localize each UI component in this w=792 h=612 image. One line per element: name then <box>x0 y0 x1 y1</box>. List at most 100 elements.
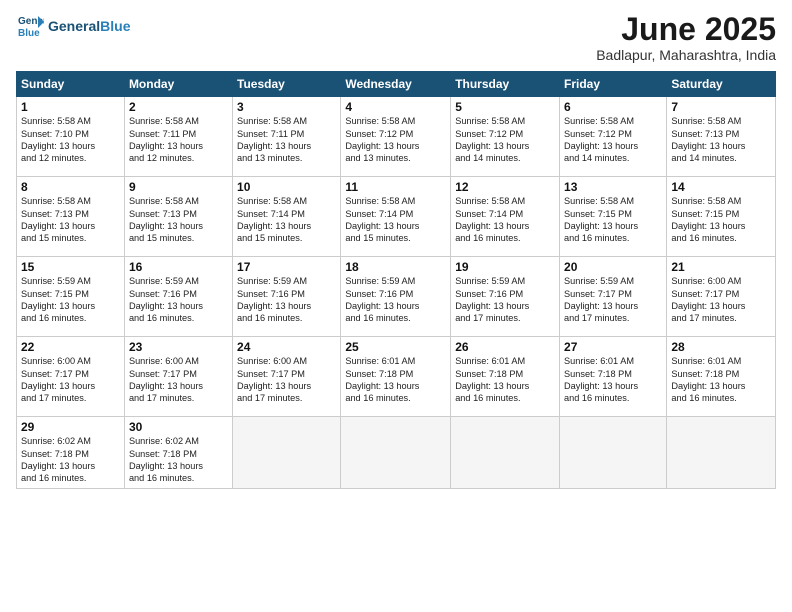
table-row: 29Sunrise: 6:02 AMSunset: 7:18 PMDayligh… <box>17 417 125 489</box>
day-number: 19 <box>455 260 555 274</box>
day-info: Sunrise: 6:01 AMSunset: 7:18 PMDaylight:… <box>564 355 662 405</box>
table-row: 1Sunrise: 5:58 AMSunset: 7:10 PMDaylight… <box>17 97 125 177</box>
table-row: 23Sunrise: 6:00 AMSunset: 7:17 PMDayligh… <box>124 337 232 417</box>
col-thursday: Thursday <box>451 72 560 97</box>
table-row: 30Sunrise: 6:02 AMSunset: 7:18 PMDayligh… <box>124 417 232 489</box>
table-row: 28Sunrise: 6:01 AMSunset: 7:18 PMDayligh… <box>667 337 776 417</box>
location: Badlapur, Maharashtra, India <box>596 47 776 63</box>
day-number: 2 <box>129 100 228 114</box>
table-row: 18Sunrise: 5:59 AMSunset: 7:16 PMDayligh… <box>341 257 451 337</box>
day-info: Sunrise: 5:58 AMSunset: 7:14 PMDaylight:… <box>237 195 336 245</box>
day-info: Sunrise: 5:58 AMSunset: 7:12 PMDaylight:… <box>455 115 555 165</box>
day-info: Sunrise: 6:02 AMSunset: 7:18 PMDaylight:… <box>129 435 228 485</box>
day-number: 10 <box>237 180 336 194</box>
day-number: 17 <box>237 260 336 274</box>
day-info: Sunrise: 5:58 AMSunset: 7:14 PMDaylight:… <box>345 195 446 245</box>
day-number: 7 <box>671 100 771 114</box>
table-row: 4Sunrise: 5:58 AMSunset: 7:12 PMDaylight… <box>341 97 451 177</box>
table-row: 9Sunrise: 5:58 AMSunset: 7:13 PMDaylight… <box>124 177 232 257</box>
table-row: 16Sunrise: 5:59 AMSunset: 7:16 PMDayligh… <box>124 257 232 337</box>
table-row: 3Sunrise: 5:58 AMSunset: 7:11 PMDaylight… <box>233 97 341 177</box>
day-info: Sunrise: 5:58 AMSunset: 7:11 PMDaylight:… <box>129 115 228 165</box>
table-row: 7Sunrise: 5:58 AMSunset: 7:13 PMDaylight… <box>667 97 776 177</box>
table-row: 12Sunrise: 5:58 AMSunset: 7:14 PMDayligh… <box>451 177 560 257</box>
table-row: 8Sunrise: 5:58 AMSunset: 7:13 PMDaylight… <box>17 177 125 257</box>
table-row: 22Sunrise: 6:00 AMSunset: 7:17 PMDayligh… <box>17 337 125 417</box>
table-row: 26Sunrise: 6:01 AMSunset: 7:18 PMDayligh… <box>451 337 560 417</box>
day-number: 6 <box>564 100 662 114</box>
day-info: Sunrise: 5:58 AMSunset: 7:13 PMDaylight:… <box>129 195 228 245</box>
day-number: 5 <box>455 100 555 114</box>
col-wednesday: Wednesday <box>341 72 451 97</box>
day-number: 24 <box>237 340 336 354</box>
day-number: 27 <box>564 340 662 354</box>
day-info: Sunrise: 5:58 AMSunset: 7:15 PMDaylight:… <box>671 195 771 245</box>
day-number: 14 <box>671 180 771 194</box>
day-info: Sunrise: 6:00 AMSunset: 7:17 PMDaylight:… <box>129 355 228 405</box>
header: General Blue GeneralBlue June 2025 Badla… <box>16 12 776 63</box>
day-number: 30 <box>129 420 228 434</box>
table-row: 21Sunrise: 6:00 AMSunset: 7:17 PMDayligh… <box>667 257 776 337</box>
table-row: 14Sunrise: 5:58 AMSunset: 7:15 PMDayligh… <box>667 177 776 257</box>
day-info: Sunrise: 5:59 AMSunset: 7:15 PMDaylight:… <box>21 275 120 325</box>
table-row <box>451 417 560 489</box>
day-info: Sunrise: 5:59 AMSunset: 7:17 PMDaylight:… <box>564 275 662 325</box>
day-number: 12 <box>455 180 555 194</box>
table-row <box>667 417 776 489</box>
logo-text: GeneralBlue <box>48 18 130 35</box>
table-row: 6Sunrise: 5:58 AMSunset: 7:12 PMDaylight… <box>560 97 667 177</box>
svg-text:Blue: Blue <box>18 28 40 39</box>
table-row: 27Sunrise: 6:01 AMSunset: 7:18 PMDayligh… <box>560 337 667 417</box>
logo: General Blue GeneralBlue <box>16 12 130 40</box>
day-number: 28 <box>671 340 771 354</box>
table-row: 24Sunrise: 6:00 AMSunset: 7:17 PMDayligh… <box>233 337 341 417</box>
calendar-header-row: Sunday Monday Tuesday Wednesday Thursday… <box>17 72 776 97</box>
table-row: 13Sunrise: 5:58 AMSunset: 7:15 PMDayligh… <box>560 177 667 257</box>
day-number: 29 <box>21 420 120 434</box>
title-block: June 2025 Badlapur, Maharashtra, India <box>596 12 776 63</box>
table-row: 11Sunrise: 5:58 AMSunset: 7:14 PMDayligh… <box>341 177 451 257</box>
day-info: Sunrise: 6:01 AMSunset: 7:18 PMDaylight:… <box>345 355 446 405</box>
day-info: Sunrise: 6:01 AMSunset: 7:18 PMDaylight:… <box>455 355 555 405</box>
day-number: 11 <box>345 180 446 194</box>
table-row: 2Sunrise: 5:58 AMSunset: 7:11 PMDaylight… <box>124 97 232 177</box>
calendar-table: Sunday Monday Tuesday Wednesday Thursday… <box>16 71 776 489</box>
day-info: Sunrise: 5:58 AMSunset: 7:13 PMDaylight:… <box>21 195 120 245</box>
page: General Blue GeneralBlue June 2025 Badla… <box>0 0 792 612</box>
day-number: 18 <box>345 260 446 274</box>
table-row <box>560 417 667 489</box>
day-info: Sunrise: 5:58 AMSunset: 7:12 PMDaylight:… <box>345 115 446 165</box>
table-row <box>341 417 451 489</box>
day-info: Sunrise: 5:59 AMSunset: 7:16 PMDaylight:… <box>237 275 336 325</box>
day-number: 8 <box>21 180 120 194</box>
col-monday: Monday <box>124 72 232 97</box>
day-number: 26 <box>455 340 555 354</box>
day-info: Sunrise: 6:02 AMSunset: 7:18 PMDaylight:… <box>21 435 120 485</box>
day-info: Sunrise: 6:00 AMSunset: 7:17 PMDaylight:… <box>21 355 120 405</box>
table-row <box>233 417 341 489</box>
col-friday: Friday <box>560 72 667 97</box>
day-info: Sunrise: 5:59 AMSunset: 7:16 PMDaylight:… <box>455 275 555 325</box>
day-number: 1 <box>21 100 120 114</box>
day-info: Sunrise: 5:58 AMSunset: 7:10 PMDaylight:… <box>21 115 120 165</box>
day-info: Sunrise: 5:59 AMSunset: 7:16 PMDaylight:… <box>129 275 228 325</box>
day-number: 21 <box>671 260 771 274</box>
day-number: 22 <box>21 340 120 354</box>
day-number: 15 <box>21 260 120 274</box>
day-number: 9 <box>129 180 228 194</box>
day-info: Sunrise: 5:58 AMSunset: 7:13 PMDaylight:… <box>671 115 771 165</box>
table-row: 10Sunrise: 5:58 AMSunset: 7:14 PMDayligh… <box>233 177 341 257</box>
day-number: 25 <box>345 340 446 354</box>
table-row: 20Sunrise: 5:59 AMSunset: 7:17 PMDayligh… <box>560 257 667 337</box>
day-number: 3 <box>237 100 336 114</box>
table-row: 17Sunrise: 5:59 AMSunset: 7:16 PMDayligh… <box>233 257 341 337</box>
month-title: June 2025 <box>596 12 776 47</box>
col-sunday: Sunday <box>17 72 125 97</box>
logo-icon: General Blue <box>16 12 44 40</box>
day-number: 20 <box>564 260 662 274</box>
table-row: 5Sunrise: 5:58 AMSunset: 7:12 PMDaylight… <box>451 97 560 177</box>
table-row: 19Sunrise: 5:59 AMSunset: 7:16 PMDayligh… <box>451 257 560 337</box>
col-saturday: Saturday <box>667 72 776 97</box>
day-info: Sunrise: 5:59 AMSunset: 7:16 PMDaylight:… <box>345 275 446 325</box>
day-number: 23 <box>129 340 228 354</box>
